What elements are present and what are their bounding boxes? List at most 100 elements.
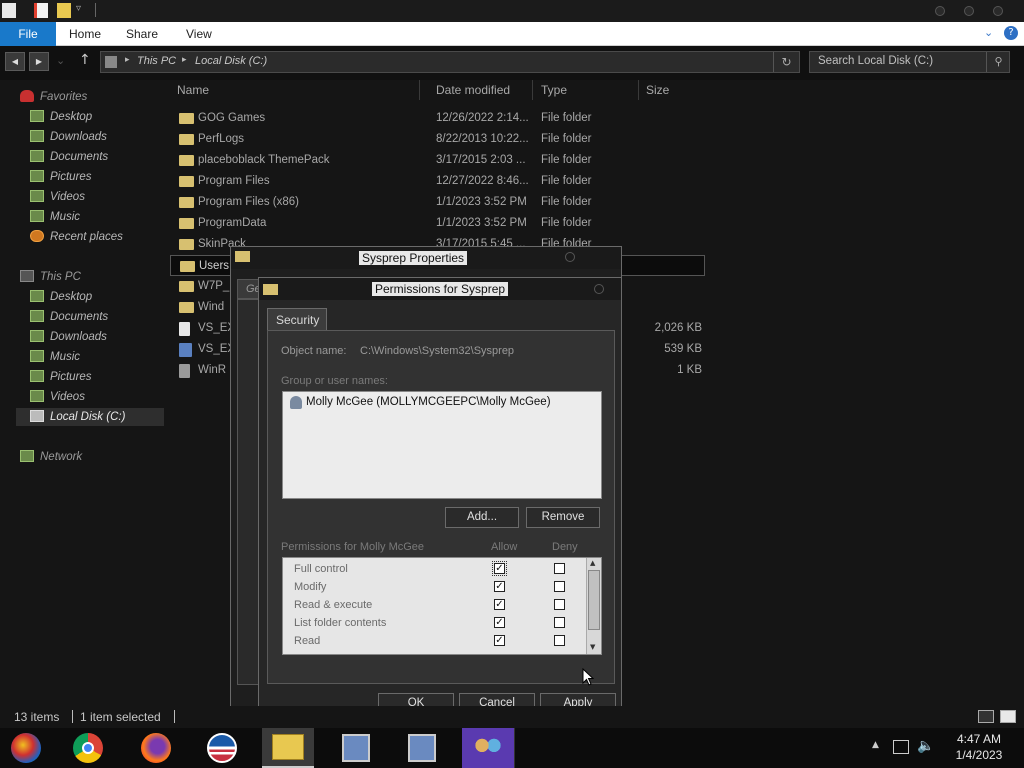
start-button[interactable] bbox=[0, 728, 52, 768]
address-bar[interactable]: ▸ This PC ▸ Local Disk (C:) ↻ bbox=[100, 51, 800, 73]
maximize-button[interactable] bbox=[964, 6, 974, 16]
deny-header: Deny bbox=[552, 541, 578, 553]
permission-name: Full control bbox=[294, 563, 348, 575]
column-header-date[interactable]: Date modified bbox=[436, 83, 510, 97]
nav-fav-pictures[interactable]: Pictures bbox=[30, 168, 92, 186]
customize-toolbar-icon[interactable]: ▿ bbox=[76, 3, 81, 14]
deny-modify-checkbox[interactable] bbox=[554, 581, 565, 592]
table-row[interactable]: Program Files 12/27/2022 8:46... File fold… bbox=[170, 171, 710, 192]
nav-pc-music[interactable]: Music bbox=[30, 348, 80, 366]
refresh-icon[interactable]: ↻ bbox=[773, 52, 799, 72]
breadcrumb-local-disk[interactable]: Local Disk (C:) bbox=[195, 55, 267, 67]
new-document-icon[interactable] bbox=[34, 3, 48, 18]
new-folder-icon[interactable] bbox=[57, 3, 71, 18]
allow-read-execute-checkbox[interactable]: ✓ bbox=[494, 599, 505, 610]
file-type: File folder bbox=[541, 196, 592, 208]
taskbar-clock[interactable]: 4:47 AM 1/4/2023 bbox=[940, 731, 1018, 763]
deny-read-execute-checkbox[interactable] bbox=[554, 599, 565, 610]
remove-button[interactable]: Remove bbox=[526, 507, 600, 528]
up-button[interactable]: ↑ bbox=[79, 52, 91, 68]
taskbar: ▲ 🔈 4:47 AM 1/4/2023 bbox=[0, 728, 1024, 768]
scroll-up-icon[interactable]: ▲ bbox=[590, 559, 595, 567]
deny-full-control-checkbox[interactable] bbox=[554, 563, 565, 574]
table-row[interactable]: ProgramData 1/1/2023 3:52 PM File folder bbox=[170, 213, 710, 234]
file-size: 2,026 KB bbox=[654, 322, 702, 334]
nav-fav-recent[interactable]: Recent places bbox=[30, 228, 123, 246]
scrollbar-thumb[interactable] bbox=[588, 570, 600, 630]
nav-favorites[interactable]: Favorites bbox=[20, 88, 87, 106]
back-button[interactable]: ◀ bbox=[5, 52, 25, 71]
close-button[interactable] bbox=[993, 6, 1003, 16]
tab-share[interactable]: Share bbox=[126, 22, 158, 46]
taskbar-file-explorer[interactable] bbox=[262, 728, 314, 768]
table-row[interactable]: Program Files (x86) 1/1/2023 3:52 PM File … bbox=[170, 192, 710, 213]
properties-icon[interactable] bbox=[2, 3, 16, 18]
nav-fav-downloads[interactable]: Downloads bbox=[30, 128, 107, 146]
recent-locations-icon[interactable]: ⌄ bbox=[56, 54, 65, 67]
column-header-size[interactable]: Size bbox=[646, 83, 669, 97]
allow-full-control-checkbox[interactable]: ✓ bbox=[492, 561, 507, 576]
expand-ribbon-icon[interactable]: ⌄ bbox=[984, 26, 993, 39]
network-tray-icon[interactable] bbox=[893, 740, 909, 754]
add-button[interactable]: Add... bbox=[445, 507, 519, 528]
large-icons-view-icon[interactable] bbox=[1000, 710, 1016, 723]
breadcrumb-chevron-icon[interactable]: ▸ bbox=[125, 55, 130, 65]
column-header-type[interactable]: Type bbox=[541, 83, 567, 97]
nav-fav-desktop[interactable]: Desktop bbox=[30, 108, 92, 126]
file-type: File folder bbox=[541, 175, 592, 187]
tab-view[interactable]: View bbox=[186, 22, 212, 46]
close-button[interactable] bbox=[565, 252, 575, 262]
nav-pc-downloads[interactable]: Downloads bbox=[30, 328, 107, 346]
nav-pc-pictures[interactable]: Pictures bbox=[30, 368, 92, 386]
taskbar-users[interactable] bbox=[462, 728, 514, 768]
tab-home[interactable]: Home bbox=[69, 22, 101, 46]
permission-name: Modify bbox=[294, 581, 327, 593]
breadcrumb-this-pc[interactable]: This PC bbox=[137, 55, 176, 67]
deny-read-checkbox[interactable] bbox=[554, 635, 565, 646]
minimize-button[interactable] bbox=[935, 6, 945, 16]
nav-pc-documents[interactable]: Documents bbox=[30, 308, 108, 326]
nav-pc-local-disk[interactable]: Local Disk (C:) bbox=[16, 408, 164, 426]
tab-security[interactable]: Security bbox=[267, 308, 327, 331]
taskbar-setup-1[interactable] bbox=[330, 728, 382, 768]
taskbar-firefox[interactable] bbox=[130, 728, 182, 768]
close-button[interactable] bbox=[594, 284, 604, 294]
allow-read-checkbox[interactable]: ✓ bbox=[494, 635, 505, 646]
column-divider[interactable] bbox=[638, 80, 639, 100]
column-divider[interactable] bbox=[419, 80, 420, 100]
nav-fav-videos[interactable]: Videos bbox=[30, 188, 85, 206]
table-row[interactable]: PerfLogs 8/22/2013 10:22... File folder bbox=[170, 129, 710, 150]
nav-network[interactable]: Network bbox=[20, 448, 82, 466]
permissions-scrollbar[interactable]: ▲ ▼ bbox=[586, 558, 601, 654]
column-divider[interactable] bbox=[532, 80, 533, 100]
user-list[interactable]: Molly McGee (MOLLYMCGEEPC\Molly McGee) bbox=[282, 391, 602, 499]
tab-file[interactable]: File bbox=[0, 22, 56, 46]
help-icon[interactable]: ? bbox=[1004, 26, 1018, 40]
search-icon[interactable]: ⚲ bbox=[986, 52, 1010, 72]
search-input[interactable]: Search Local Disk (C:) ⚲ bbox=[809, 51, 1010, 73]
clock-time: 4:47 AM bbox=[956, 732, 1002, 746]
table-row[interactable]: placeboblack ThemePack 3/17/2015 2:03 ...… bbox=[170, 150, 710, 171]
file-name: Users bbox=[199, 260, 230, 272]
forward-button[interactable]: ▶ bbox=[29, 52, 49, 71]
taskbar-setup-2[interactable] bbox=[396, 728, 448, 768]
nav-pc-videos[interactable]: Videos bbox=[30, 388, 85, 406]
allow-modify-checkbox[interactable]: ✓ bbox=[494, 581, 505, 592]
show-hidden-icons-icon[interactable]: ▲ bbox=[872, 740, 879, 750]
table-row[interactable]: GOG Games 12/26/2022 2:14... File folder bbox=[170, 108, 710, 129]
file-name: placeboblack ThemePack bbox=[198, 154, 330, 166]
allow-list-folder-checkbox[interactable]: ✓ bbox=[494, 617, 505, 628]
nav-this-pc[interactable]: This PC bbox=[20, 268, 81, 286]
nav-fav-documents[interactable]: Documents bbox=[30, 148, 108, 166]
list-item[interactable]: Molly McGee (MOLLYMCGEEPC\Molly McGee) bbox=[287, 394, 603, 412]
breadcrumb-chevron-icon[interactable]: ▸ bbox=[182, 55, 187, 65]
scroll-down-icon[interactable]: ▼ bbox=[590, 643, 595, 651]
column-header-name[interactable]: Name bbox=[177, 83, 209, 97]
taskbar-chrome[interactable] bbox=[62, 728, 114, 768]
deny-list-folder-checkbox[interactable] bbox=[554, 617, 565, 628]
nav-fav-music[interactable]: Music bbox=[30, 208, 80, 226]
taskbar-app[interactable] bbox=[196, 728, 248, 768]
details-view-icon[interactable] bbox=[978, 710, 994, 723]
nav-pc-desktop[interactable]: Desktop bbox=[30, 288, 92, 306]
volume-icon[interactable]: 🔈 bbox=[917, 738, 934, 754]
